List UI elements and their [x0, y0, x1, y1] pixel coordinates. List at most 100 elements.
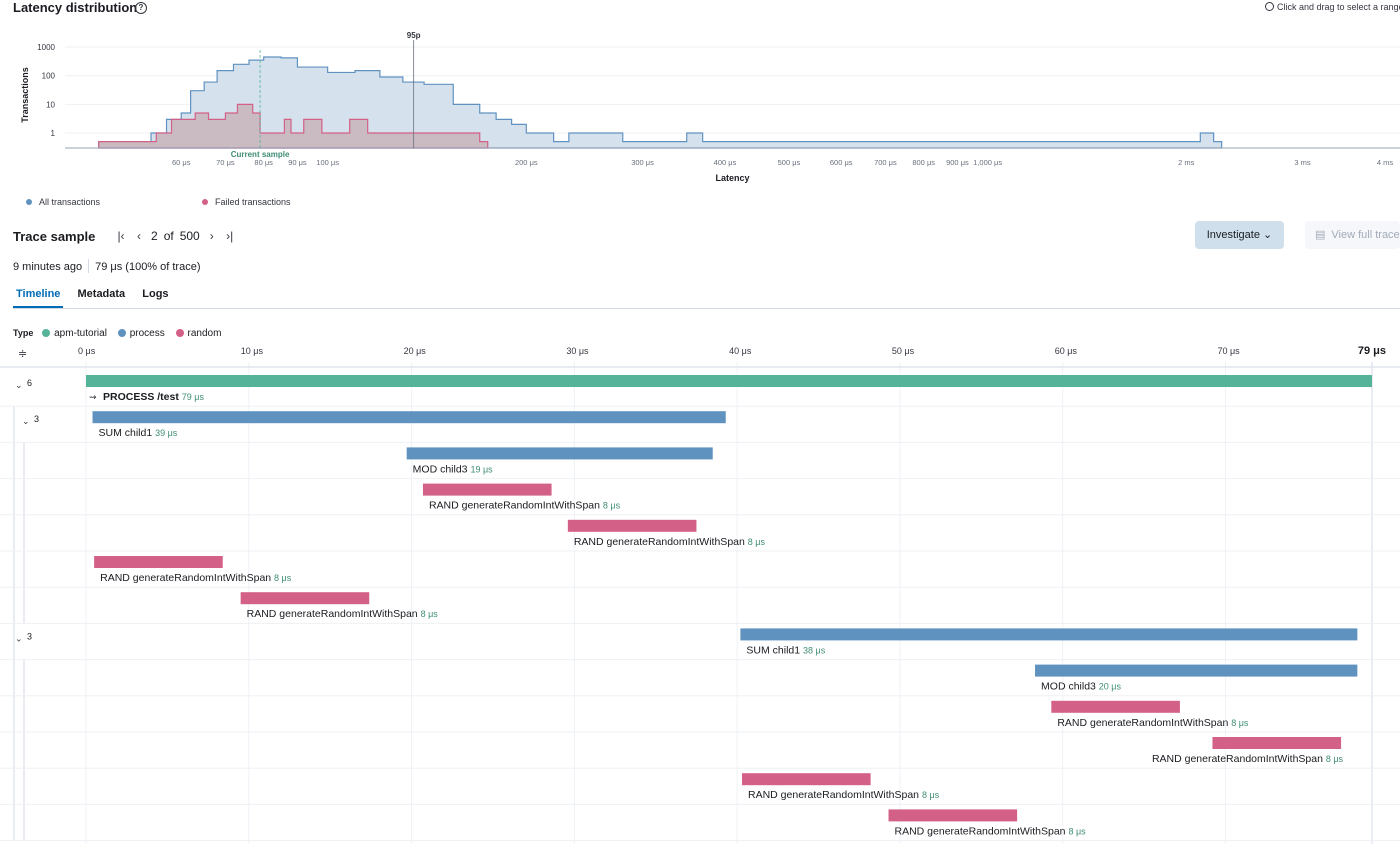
span-label: RAND generateRandomIntWithSpan 8 μs [748, 789, 940, 801]
legend-dot [42, 329, 51, 337]
span-duration: 8 μs [1068, 826, 1086, 836]
view-full-trace-label: View full trace [1331, 229, 1400, 241]
last-page-icon[interactable]: ›| [221, 229, 239, 243]
info-icon [1265, 2, 1274, 11]
legend-dot [175, 329, 184, 337]
x-tick-label: 200 μs [515, 158, 538, 167]
x-tick-label: 80 μs [254, 158, 273, 167]
span-duration: 8 μs [1326, 754, 1344, 764]
latency-distribution-title: Latency distribution [13, 0, 138, 15]
y-axis-label: Transactions [20, 67, 30, 123]
span-name[interactable]: SUM child1 [746, 644, 803, 656]
legend-all-transactions[interactable]: All transactions [26, 197, 100, 207]
x-tick-label: 4 ms [1377, 158, 1394, 167]
span-label: SUM child1 39 μs [99, 427, 178, 439]
tab-metadata[interactable]: Metadata [75, 288, 129, 306]
span-name[interactable]: RAND generateRandomIntWithSpan [100, 572, 274, 584]
x-tick-label: 800 μs [912, 158, 935, 167]
span-name[interactable]: RAND generateRandomIntWithSpan [1057, 717, 1231, 729]
span-label: RAND generateRandomIntWithSpan 8 μs [247, 608, 439, 620]
type-legend-label: Type [13, 328, 34, 338]
span-label: RAND generateRandomIntWithSpan 8 μs [1152, 753, 1344, 765]
x-tick-label: 1,000 μs [973, 158, 1002, 167]
span-duration: 8 μs [1231, 718, 1249, 728]
x-tick-label: 60 μs [172, 158, 191, 167]
span-label: RAND generateRandomIntWithSpan 8 μs [1057, 717, 1249, 729]
x-tick-label: 600 μs [830, 158, 853, 167]
y-tick-label: 100 [42, 72, 56, 81]
latency-histogram[interactable]: 1000 100 10 1 Transactions 60 μs 70 μs 80 μs 90 … [0, 20, 1400, 192]
view-full-trace-button[interactable]: ▤ View full trace [1305, 221, 1400, 249]
group-count: 3 [27, 631, 32, 641]
tab-logs[interactable]: Logs [139, 288, 171, 306]
trace-sample-title: Trace sample [13, 229, 96, 244]
x-tick-label: 300 μs [631, 158, 654, 167]
span-label: RAND generateRandomIntWithSpan 8 μs [574, 536, 766, 548]
span-name[interactable]: RAND generateRandomIntWithSpan [1152, 753, 1326, 765]
legend-failed-label: Failed transactions [215, 197, 291, 207]
previous-page-icon[interactable]: ‹ [130, 229, 148, 243]
span-bar [406, 447, 713, 460]
span-name[interactable]: RAND generateRandomIntWithSpan [247, 608, 421, 620]
timeline-tick-label: 10 μs [241, 346, 264, 356]
trace-waterfall: 0 μs 10 μs 20 μs 30 μs 40 μs 50 μs 60 μs 70 μs 7… [0, 345, 1400, 844]
legend-dot-failed [202, 199, 208, 205]
type-name: random [187, 328, 222, 339]
span-name[interactable]: RAND generateRandomIntWithSpan [429, 500, 603, 512]
x-tick-label: 100 μs [316, 158, 339, 167]
type-name: apm-tutorial [54, 328, 107, 339]
group-count: 3 [34, 414, 39, 424]
type-legend: Type apm-tutorial process random [13, 328, 229, 339]
drag-hint: Click and drag to select a range [1265, 2, 1400, 12]
help-icon[interactable]: ? [135, 2, 147, 14]
timeline-tick-label: 40 μs [729, 346, 752, 356]
chevron-down-icon: ⌄ [15, 381, 23, 391]
legend-failed-transactions[interactable]: Failed transactions [202, 197, 291, 207]
span-name[interactable]: RAND generateRandomIntWithSpan [748, 789, 922, 801]
timeline-tick-label: 30 μs [566, 346, 589, 356]
first-page-icon[interactable]: |‹ [112, 229, 130, 243]
timeline-tick-label: 50 μs [892, 346, 915, 356]
span-bar [92, 411, 726, 424]
span-name[interactable]: PROCESS /test [103, 391, 182, 403]
span-duration: 39 μs [155, 428, 178, 438]
x-tick-label: 900 μs [946, 158, 969, 167]
timeline-tick-label: 20 μs [404, 346, 427, 356]
trace-pagination: |‹ ‹ 2 of 500 › ›| [112, 229, 239, 243]
next-page-icon[interactable]: › [203, 229, 221, 243]
drag-hint-text: Click and drag to select a range [1277, 2, 1400, 12]
timeline-tick-label: 0 μs [78, 346, 96, 356]
x-tick-label: 90 μs [288, 158, 307, 167]
span-duration: 8 μs [421, 609, 439, 619]
type-legend-process: process [117, 328, 165, 339]
span-label: MOD child3 20 μs [1041, 681, 1121, 693]
span-duration: 38 μs [803, 645, 826, 655]
investigate-label: Investigate [1206, 229, 1260, 241]
span-name[interactable]: RAND generateRandomIntWithSpan [574, 536, 748, 548]
span-name[interactable]: SUM child1 [99, 427, 156, 439]
timeline-tick-label: 60 μs [1055, 346, 1078, 356]
percentile-95-label: 95p [407, 31, 421, 40]
current-page[interactable]: 2 [151, 229, 158, 243]
tab-timeline[interactable]: Timeline [13, 288, 64, 308]
chevron-down-icon: ⌄ [1263, 229, 1273, 241]
span-label: MOD child3 19 μs [413, 463, 493, 475]
trace-duration: 79 μs (100% of trace) [95, 261, 201, 273]
span-name[interactable]: MOD child3 [413, 463, 471, 475]
span-name[interactable]: RAND generateRandomIntWithSpan [895, 825, 1069, 837]
y-tick-label: 1 [51, 129, 56, 138]
legend-dot-all [26, 199, 32, 205]
x-axis-label: Latency [715, 173, 749, 183]
transaction-icon: ⇝ [89, 393, 97, 403]
trace-tabs: Timeline Metadata Logs [13, 288, 180, 308]
span-name[interactable]: MOD child3 [1041, 681, 1099, 693]
span-bar [240, 592, 370, 605]
legend-dot [117, 329, 126, 337]
y-tick-label: 1000 [37, 43, 55, 52]
span-bar [94, 556, 223, 568]
span-duration: 8 μs [922, 790, 940, 800]
timeline-end-label: 79 μs [1358, 345, 1386, 357]
investigate-button[interactable]: Investigate ⌄ [1195, 221, 1284, 249]
trace-time-ago: 9 minutes ago [13, 261, 83, 273]
group-count: 6 [27, 378, 32, 388]
